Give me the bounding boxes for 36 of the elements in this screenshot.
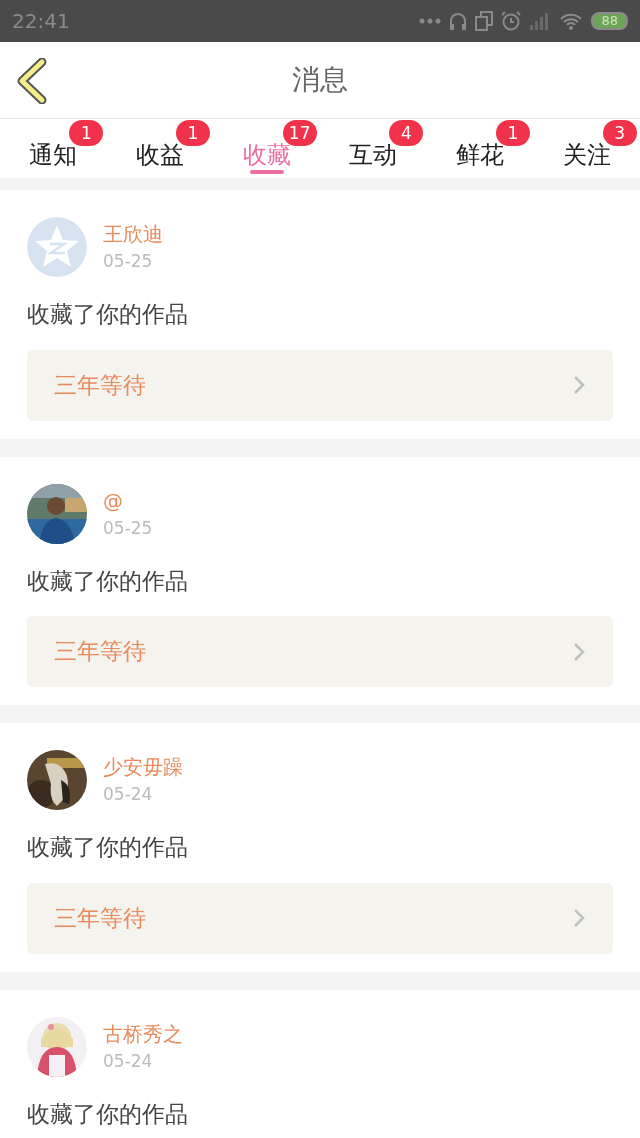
work-link[interactable]: 三年等待 <box>27 349 613 421</box>
message-text: 收藏了你的作品 <box>27 300 189 329</box>
alarm-icon <box>501 11 522 31</box>
count-badge: 4 <box>389 120 424 146</box>
tab-underline <box>249 170 284 174</box>
user-name[interactable]: 王欣迪 <box>103 222 163 246</box>
tab[interactable]: 通知 1 <box>0 119 107 178</box>
tab[interactable]: 关注 3 <box>533 119 640 178</box>
tab[interactable]: 收益 1 <box>106 119 214 178</box>
message-date: 05-24 <box>103 783 154 805</box>
message-text: 收藏了你的作品 <box>27 566 189 596</box>
message-date: 05-25 <box>103 250 154 272</box>
message-text: 收藏了你的作品 <box>27 833 189 862</box>
chevron-right-icon <box>572 907 586 929</box>
user-name[interactable]: 少安毋躁 <box>103 755 183 779</box>
message-text: 收藏了你的作品 <box>27 1099 189 1129</box>
work-link[interactable]: 三年等待 <box>27 616 613 687</box>
message-date: 05-24 <box>103 1049 154 1072</box>
work-link[interactable]: 三年等待 <box>27 882 613 954</box>
chevron-right-icon <box>572 640 586 663</box>
count-badge: 1 <box>69 120 104 146</box>
battery-level: 88 <box>591 12 628 30</box>
tab[interactable]: 鲜花 1 <box>426 119 534 178</box>
page-title: 消息 <box>292 62 348 98</box>
user-name[interactable]: @ <box>103 488 153 513</box>
more-dots-icon <box>419 18 442 24</box>
count-badge: 1 <box>496 120 530 146</box>
user-name[interactable]: 古桥秀之 <box>103 1021 183 1046</box>
wifi-icon <box>559 12 584 30</box>
chevron-right-icon <box>572 374 586 396</box>
message-date: 05-25 <box>103 516 153 539</box>
copy-icon <box>475 11 494 31</box>
count-badge: 3 <box>602 120 637 146</box>
headphones-icon <box>449 11 468 31</box>
clock-time: 22:41 <box>12 8 70 35</box>
tab[interactable]: 互动 4 <box>320 119 427 178</box>
